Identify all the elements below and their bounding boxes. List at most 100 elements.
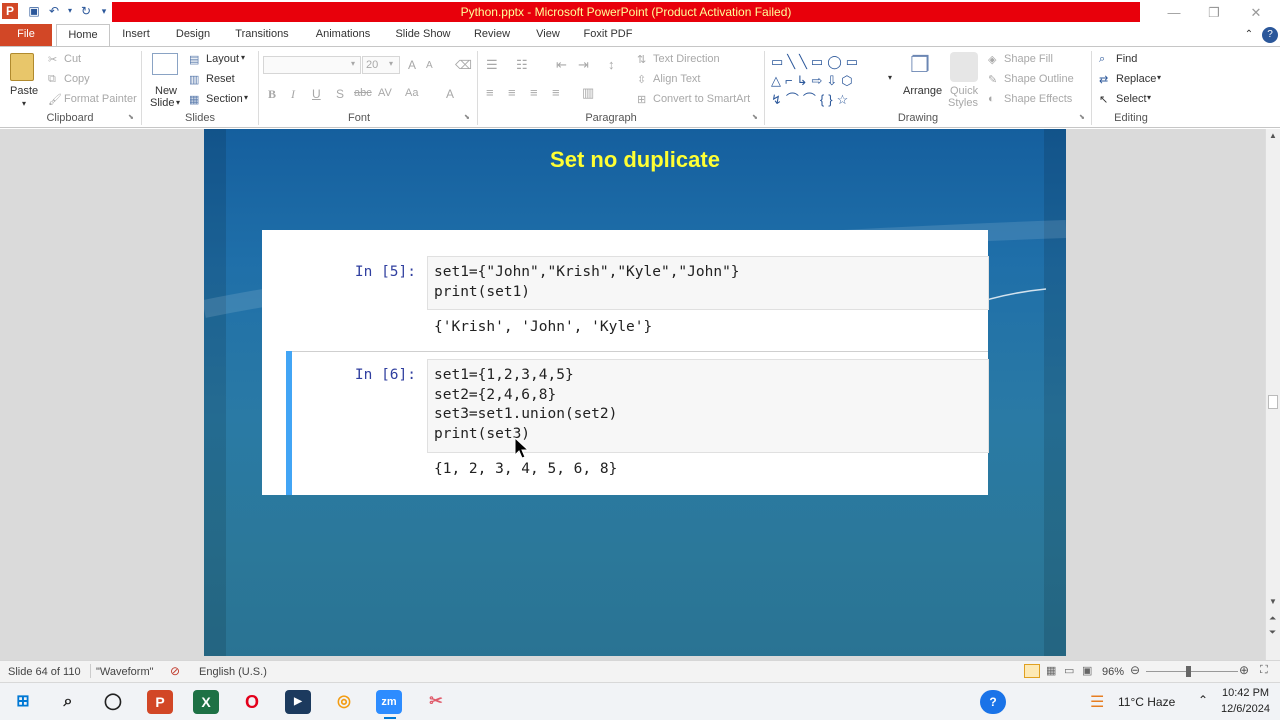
replace-button[interactable]: Replace [1116, 73, 1156, 85]
zoom-in-icon[interactable]: ⊕ [1239, 663, 1249, 677]
copy-button[interactable]: Copy [64, 73, 90, 85]
layout-button[interactable]: Layout [206, 53, 239, 65]
reset-button[interactable]: Reset [206, 73, 235, 85]
quick-styles-icon[interactable] [950, 52, 978, 82]
tab-insert[interactable]: Insert [118, 24, 154, 46]
previous-slide-icon[interactable]: ⏶ [1269, 613, 1276, 624]
clear-formatting-icon[interactable]: ⌫ [455, 58, 472, 72]
section-dropdown-icon[interactable]: ▾ [244, 93, 248, 102]
tab-slide-show[interactable]: Slide Show [393, 24, 453, 46]
increase-indent-icon[interactable]: ⇥ [578, 57, 589, 73]
tab-foxit-pdf[interactable]: Foxit PDF [582, 24, 634, 46]
clipboard-launcher-icon[interactable]: ⬊ [128, 113, 134, 121]
slide-sorter-icon[interactable]: ▦ [1046, 664, 1056, 677]
align-text-button[interactable]: Align Text [653, 73, 701, 85]
line-spacing-icon[interactable]: ↕ [608, 57, 615, 72]
shape-effects-button[interactable]: Shape Effects [1004, 93, 1072, 105]
shadow-icon[interactable]: S [336, 87, 344, 101]
arrange-button[interactable]: Arrange [903, 85, 942, 97]
quick-styles-label[interactable]: Styles [948, 97, 978, 109]
notebook-screenshot[interactable]: In [5]: set1={"John","Krish","Kyle","Joh… [262, 230, 989, 495]
slide-title[interactable]: Set no duplicate [204, 147, 1066, 173]
columns-icon[interactable]: ▥ [582, 85, 594, 101]
next-slide-icon[interactable]: ⏷ [1269, 627, 1276, 638]
paste-button[interactable]: Paste [10, 85, 38, 97]
shape-fill-button[interactable]: Shape Fill [1004, 53, 1053, 65]
clock-time[interactable]: 10:42 PM [1222, 687, 1269, 699]
weather-icon[interactable]: ☰ [1090, 692, 1104, 712]
slide[interactable]: Set no duplicate In [5]: set1={"John","K… [204, 129, 1066, 656]
help-taskbar-icon[interactable]: ? [980, 690, 1006, 714]
underline-icon[interactable]: U [312, 87, 321, 101]
zoom-level[interactable]: 96% [1102, 666, 1124, 678]
zoom-slider-thumb[interactable] [1186, 666, 1191, 677]
zoom-out-icon[interactable]: ⊖ [1130, 663, 1140, 677]
close-window-button[interactable]: ✕ [1242, 4, 1270, 22]
tab-home[interactable]: Home [56, 24, 110, 46]
strikethrough-icon[interactable]: abc [354, 87, 372, 99]
section-button[interactable]: Section [206, 93, 243, 105]
scroll-up-icon[interactable]: ▲ [1269, 131, 1277, 140]
fit-to-window-icon[interactable]: ⛶ [1260, 664, 1268, 677]
save-icon[interactable]: ▣ [26, 3, 42, 19]
shrink-font-icon[interactable]: A [426, 60, 433, 71]
tab-design[interactable]: Design [172, 24, 214, 46]
numbering-icon[interactable]: ☷ [516, 57, 528, 73]
drawing-launcher-icon[interactable]: ⬊ [1079, 113, 1085, 121]
snipping-tool-taskbar-icon[interactable]: ✂ [423, 690, 449, 714]
zoom-slider[interactable] [1146, 671, 1238, 672]
paste-icon[interactable] [10, 53, 34, 81]
font-name-dropdown-icon[interactable]: ▾ [351, 59, 355, 68]
cut-button[interactable]: Cut [64, 53, 81, 65]
minimize-button[interactable]: — [1160, 4, 1188, 22]
new-slide-dropdown-icon[interactable]: ▾ [176, 98, 180, 107]
collapse-ribbon-icon[interactable]: ⌃ [1242, 24, 1256, 46]
normal-view-icon[interactable] [1024, 664, 1040, 678]
replace-dropdown-icon[interactable]: ▾ [1157, 73, 1161, 82]
show-hidden-icons[interactable]: ⌃ [1198, 693, 1208, 707]
new-slide-button[interactable]: New [155, 85, 177, 97]
italic-icon[interactable]: I [291, 87, 295, 102]
paragraph-launcher-icon[interactable]: ⬊ [752, 113, 758, 121]
tab-view[interactable]: View [532, 24, 564, 46]
font-size-dropdown-icon[interactable]: ▾ [389, 59, 393, 68]
select-dropdown-icon[interactable]: ▾ [1147, 93, 1151, 102]
font-launcher-icon[interactable]: ⬊ [464, 113, 470, 121]
shape-outline-button[interactable]: Shape Outline [1004, 73, 1074, 85]
undo-dropdown-icon[interactable]: ▾ [62, 3, 78, 19]
new-slide-label[interactable]: Slide [150, 97, 174, 109]
character-spacing-icon[interactable]: AV [378, 87, 392, 99]
shapes-more-icon[interactable]: ▾ [888, 73, 892, 82]
layout-dropdown-icon[interactable]: ▾ [241, 53, 245, 62]
align-center-icon[interactable]: ≡ [508, 85, 516, 100]
clock-date[interactable]: 12/6/2024 [1221, 703, 1270, 715]
tab-animations[interactable]: Animations [312, 24, 374, 46]
font-name-select[interactable] [263, 56, 361, 74]
grow-font-icon[interactable]: A [408, 58, 416, 72]
new-slide-icon[interactable] [152, 53, 178, 75]
slide-show-icon[interactable]: ▣ [1082, 664, 1092, 677]
scroll-down-icon[interactable]: ▼ [1269, 597, 1277, 606]
windows-start-icon[interactable]: ⊞ [10, 690, 36, 714]
proofing-icon[interactable]: ⊘ [170, 664, 180, 678]
convert-smartart-button[interactable]: Convert to SmartArt [653, 93, 750, 105]
tab-transitions[interactable]: Transitions [232, 24, 292, 46]
undo-icon[interactable]: ↶ [46, 3, 62, 19]
font-color-icon[interactable]: A [446, 87, 454, 101]
change-case-icon[interactable]: Aa [405, 87, 418, 99]
tab-review[interactable]: Review [472, 24, 512, 46]
task-view-icon[interactable]: ◯ [100, 690, 126, 714]
powerpoint-taskbar-icon[interactable]: P [147, 690, 173, 714]
find-button[interactable]: Find [1116, 53, 1137, 65]
text-direction-button[interactable]: Text Direction [653, 53, 720, 65]
tab-file[interactable]: File [0, 24, 52, 46]
align-right-icon[interactable]: ≡ [530, 85, 538, 100]
reading-view-icon[interactable]: ▭ [1064, 664, 1074, 677]
arrange-icon[interactable]: ❐ [906, 52, 934, 82]
help-icon[interactable]: ? [1262, 27, 1278, 43]
customize-toolbar-icon[interactable]: ▾ [96, 3, 112, 19]
jupyter-taskbar-icon[interactable]: ◎ [331, 690, 357, 714]
language[interactable]: English (U.S.) [199, 666, 267, 678]
justify-icon[interactable]: ≡ [552, 85, 560, 100]
bullets-icon[interactable]: ☰ [486, 57, 498, 73]
